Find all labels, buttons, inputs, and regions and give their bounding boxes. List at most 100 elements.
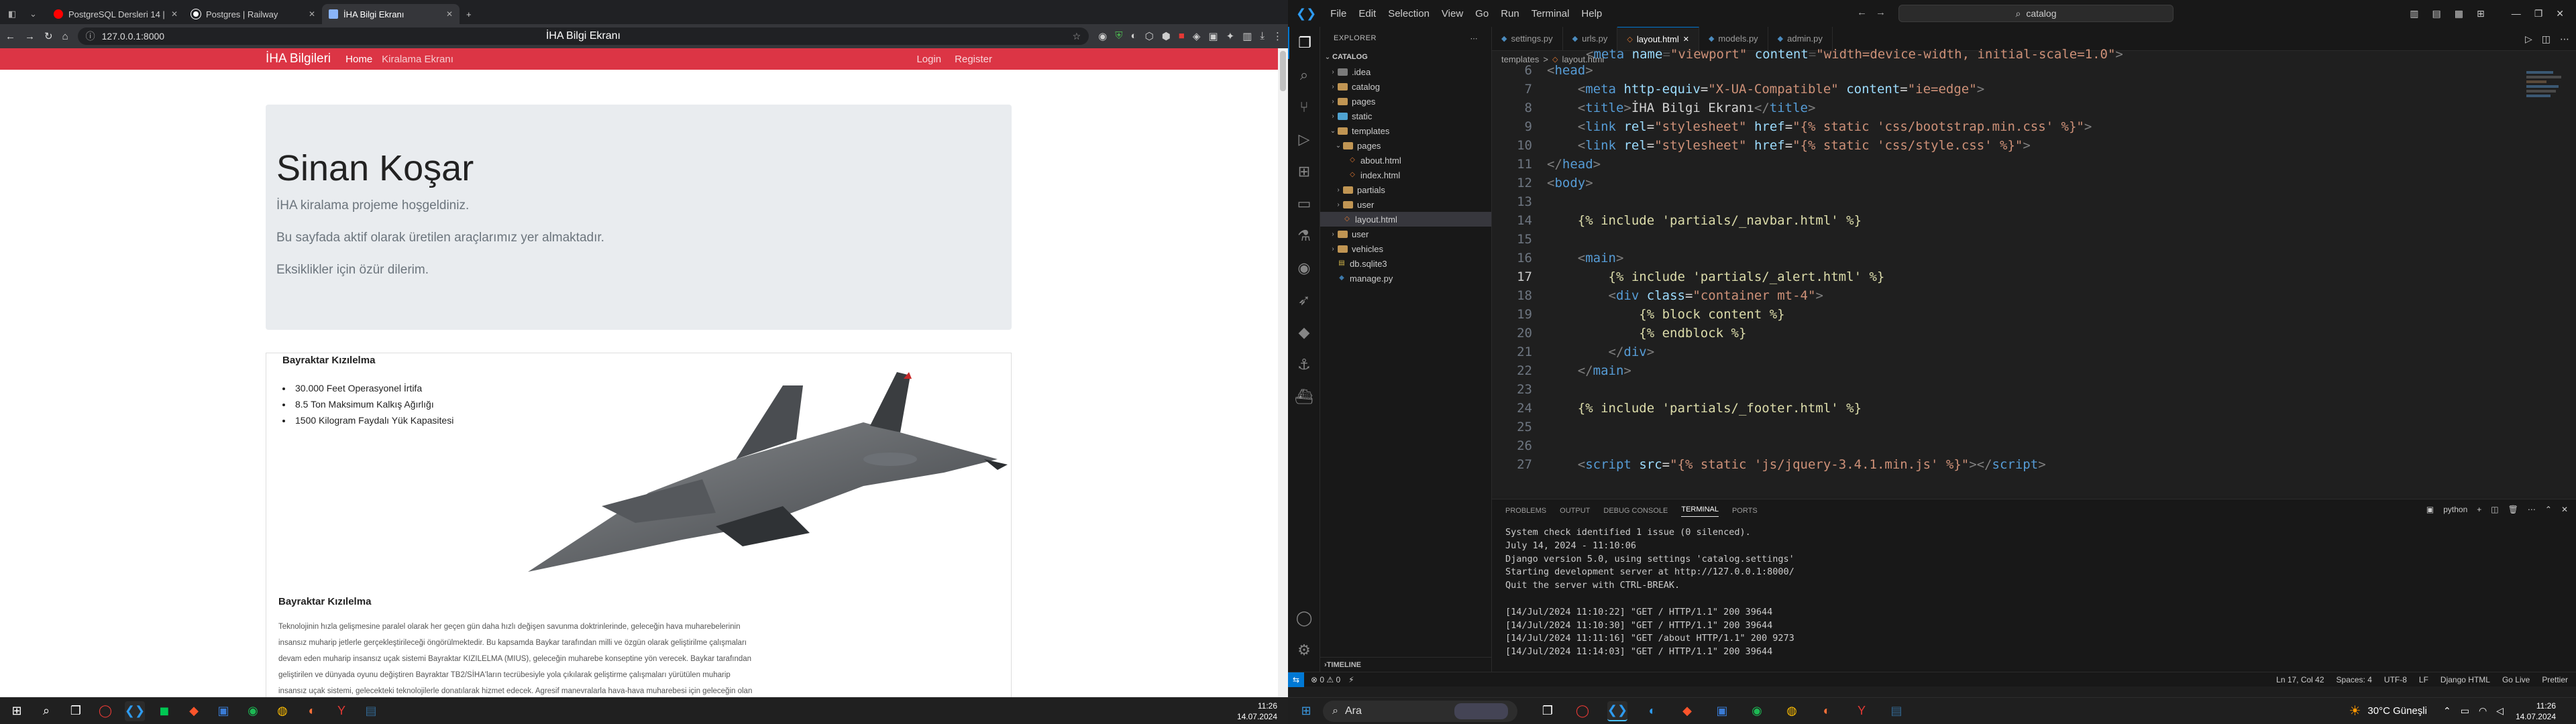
menu-view[interactable]: View (1436, 8, 1469, 19)
more-icon[interactable]: ⋯ (1470, 34, 1479, 43)
wifi-icon[interactable]: ◠ (2479, 705, 2487, 717)
command-center[interactable]: ⌕ catalog (1898, 5, 2174, 22)
taskbar-search[interactable]: ⌕ Ara (1323, 700, 1517, 722)
close-icon[interactable]: ✕ (2556, 8, 2564, 19)
tab-railway[interactable]: Postgres | Railway ✕ (184, 4, 322, 24)
problems-count[interactable]: ⊗ 0 ⚠ 0 (1311, 675, 1340, 684)
extension-icon[interactable]: ⬡ (1145, 30, 1154, 42)
menu-go[interactable]: Go (1469, 8, 1495, 19)
back-icon[interactable]: ← (5, 31, 15, 42)
extensions-icon[interactable]: ✦ (1226, 30, 1235, 42)
forward-icon[interactable]: → (25, 31, 35, 42)
editor-tab[interactable]: ◆ settings.py (1492, 27, 1563, 50)
vscode-icon[interactable]: ❮❯ (125, 701, 145, 721)
testing-icon[interactable]: ⚗ (1288, 220, 1320, 252)
spotify-icon[interactable]: ◉ (243, 701, 263, 721)
volume-icon[interactable]: ◁ (2496, 705, 2504, 717)
tab-problems[interactable]: PROBLEMS (1505, 507, 1546, 515)
remote-explorer-icon[interactable]: ▭ (1288, 188, 1320, 220)
minimize-icon[interactable]: — (2512, 8, 2521, 19)
tab-debug-console[interactable]: DEBUG CONSOLE (1603, 507, 1668, 515)
close-tab-icon[interactable]: ✕ (446, 9, 453, 19)
status-item[interactable]: UTF-8 (2384, 675, 2407, 684)
tree-item[interactable]: ◇ about.html (1320, 153, 1491, 168)
status-item[interactable]: Prettier (2542, 675, 2568, 684)
status-item[interactable]: LF (2419, 675, 2428, 684)
split-terminal-icon[interactable]: ◫ (2491, 505, 2498, 514)
menu-selection[interactable]: Selection (1382, 8, 1436, 19)
layout-icon[interactable]: ▦ (2455, 8, 2463, 19)
menu-edit[interactable]: Edit (1352, 8, 1382, 19)
tree-root[interactable]: ⌄ CATALOG (1320, 50, 1491, 64)
status-item[interactable]: Go Live (2502, 675, 2530, 684)
menu-terminal[interactable]: Terminal (1525, 8, 1576, 19)
status-item[interactable]: Django HTML (2440, 675, 2490, 684)
menu-help[interactable]: Help (1575, 8, 1608, 19)
more-icon[interactable]: ⋯ (2560, 34, 2569, 45)
firefox-icon[interactable]: ◐ (1817, 701, 1837, 721)
reload-icon[interactable]: ↻ (44, 30, 53, 42)
nav-home[interactable]: Home (345, 54, 372, 65)
close-tab-icon[interactable]: ✕ (171, 9, 178, 19)
download-icon[interactable]: ⤓ (1260, 30, 1265, 42)
site-info-icon[interactable]: ⓘ (86, 29, 95, 43)
taskbar-clock[interactable]: 11:26 14.07.2024 (1237, 701, 1288, 722)
tab-postgresql[interactable]: PostgreSQL Dersleri 14 | S ✕ (47, 4, 184, 24)
tray-expand-icon[interactable]: ⌃ (2443, 705, 2451, 717)
tree-item[interactable]: ⌄ templates (1320, 123, 1491, 138)
more-icon[interactable]: ⋯ (2528, 505, 2536, 514)
sidebar-icon[interactable]: ▥ (1242, 30, 1252, 42)
close-tab-icon[interactable]: ✕ (309, 9, 315, 19)
settings-gear-icon[interactable]: ⚙ (1288, 634, 1320, 666)
rocket-icon[interactable]: ➶ (1288, 284, 1320, 316)
extensions-icon[interactable]: ⊞ (1288, 156, 1320, 188)
tab-search-button[interactable]: ⌄ (24, 4, 47, 24)
nav-back-icon[interactable]: ← (1857, 7, 1867, 18)
anchor-icon[interactable]: ⚓ (1288, 349, 1320, 381)
tree-item[interactable]: › .idea (1320, 64, 1491, 79)
timeline-section[interactable]: › TIMELINE (1320, 657, 1492, 672)
menu-file[interactable]: File (1324, 8, 1352, 19)
tab-output[interactable]: OUTPUT (1560, 507, 1590, 515)
bookmark-icon[interactable]: ☆ (1073, 31, 1081, 42)
record-icon[interactable]: ■ (1179, 30, 1185, 42)
close-panel-icon[interactable]: ✕ (2561, 505, 2568, 514)
tree-item[interactable]: › vehicles (1320, 241, 1491, 256)
new-terminal-icon[interactable]: + (2477, 505, 2481, 514)
battery-icon[interactable]: ▭ (2461, 705, 2469, 717)
nav-login[interactable]: Login (916, 54, 941, 65)
terminal-output[interactable]: System check identified 1 issue (0 silen… (1505, 526, 1794, 659)
pgadmin-icon[interactable]: ▣ (213, 701, 233, 721)
tree-item[interactable]: › pages (1320, 94, 1491, 109)
chrome-icon[interactable]: ◍ (272, 701, 292, 721)
extension-icon[interactable]: ▣ (1208, 30, 1218, 42)
trash-icon[interactable]: 🗑 (2508, 505, 2518, 514)
search-icon[interactable]: ⌕ (1288, 59, 1320, 91)
tab-terminal[interactable]: TERMINAL (1681, 505, 1719, 517)
remote-icon[interactable]: ⇆ (1288, 672, 1304, 687)
extension-icon[interactable]: ◐ (1131, 30, 1137, 42)
run-debug-icon[interactable]: ▷ (1288, 123, 1320, 156)
browser-menu-button[interactable]: ◧ (4, 4, 24, 24)
chrome-icon[interactable]: ◍ (1782, 701, 1802, 721)
address-bar[interactable]: ⓘ 127.0.0.1:8000 İHA Bilgi Ekranı ☆ (77, 27, 1089, 45)
tree-item[interactable]: ◆ manage.py (1320, 271, 1491, 286)
tree-item[interactable]: › user (1320, 197, 1491, 212)
new-tab-button[interactable]: + (460, 4, 480, 24)
python-icon[interactable]: ◆ (1288, 316, 1320, 349)
tab-ports[interactable]: PORTS (1732, 507, 1758, 515)
run-icon[interactable]: ▷ (2525, 34, 2532, 45)
edge-icon[interactable]: ◐ (1642, 701, 1662, 721)
nav-kiralama[interactable]: Kiralama Ekranı (382, 54, 453, 65)
opera-icon[interactable]: ◯ (95, 701, 115, 721)
search-icon[interactable]: ⌕ (36, 701, 56, 721)
tree-item[interactable]: › user (1320, 227, 1491, 241)
tree-item[interactable]: › partials (1320, 182, 1491, 197)
weather-widget[interactable]: ☀ 30°C Güneşli (2349, 703, 2426, 719)
extension-icon[interactable]: ◉ (1098, 30, 1107, 42)
source-control-icon[interactable]: ⑂ (1288, 91, 1320, 123)
vscode-icon[interactable]: ❮❯ (1607, 701, 1627, 721)
postgres-icon[interactable]: ▤ (1886, 701, 1907, 721)
task-view-icon[interactable]: ❐ (1538, 701, 1558, 721)
tree-item[interactable]: ⌄ pages (1320, 138, 1491, 153)
